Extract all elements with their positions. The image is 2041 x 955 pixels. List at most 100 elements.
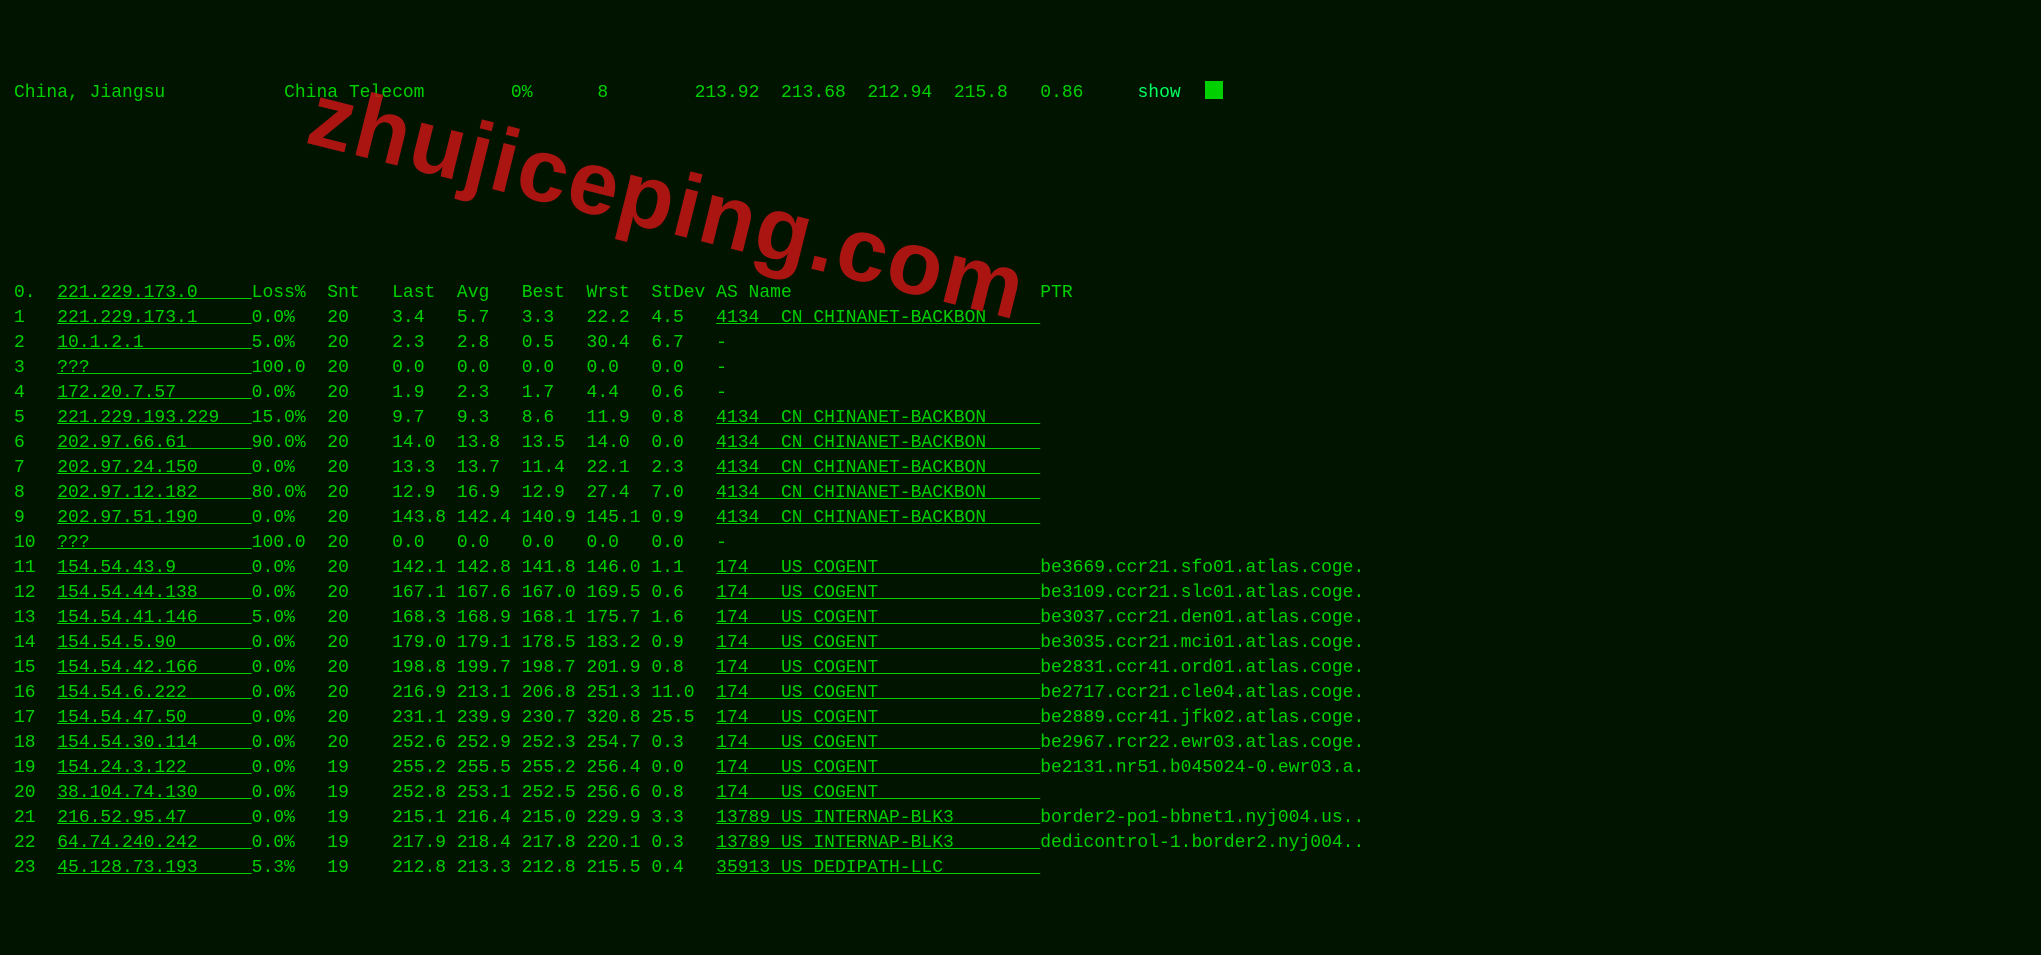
cell-host[interactable]: 154.54.30.114 (57, 731, 251, 756)
cell-ptr: be2831.ccr41.ord01.atlas.coge. (1040, 656, 1364, 681)
cell-as: - (716, 356, 1040, 381)
cell-ptr: be3109.ccr21.slc01.atlas.coge. (1040, 581, 1364, 606)
cell-host[interactable]: ??? (57, 531, 251, 556)
cell-hopnum: 17 (14, 706, 57, 731)
cell-hopnum: 19 (14, 756, 57, 781)
cell-as[interactable]: 4134 CN CHINANET-BACKBON (716, 456, 1040, 481)
cell-host[interactable]: 202.97.12.182 (57, 481, 251, 506)
cell-as[interactable]: 35913 US DEDIPATH-LLC (716, 856, 1040, 881)
cell-as[interactable]: 174 US COGENT (716, 731, 1040, 756)
cell-as[interactable]: 174 US COGENT (716, 756, 1040, 781)
cell-host[interactable]: 154.54.42.166 (57, 656, 251, 681)
cell-host[interactable]: 10.1.2.1 (57, 331, 251, 356)
cell-best: 178.5 (522, 631, 587, 656)
col-host: 221.229.173.0 (57, 281, 251, 306)
cell-as[interactable]: 174 US COGENT (716, 781, 1040, 806)
cell-host[interactable]: ??? (57, 356, 251, 381)
cell-avg: 213.3 (457, 856, 522, 881)
cell-host[interactable]: 64.74.240.242 (57, 831, 251, 856)
cell-best: 168.1 (522, 606, 587, 631)
cell-loss: 0.0% (252, 706, 328, 731)
cell-hopnum: 8 (14, 481, 57, 506)
cell-stdev: 0.4 (651, 856, 716, 881)
sum-loss: 0% (511, 81, 533, 106)
show-link[interactable]: show (1138, 81, 1181, 106)
cell-host[interactable]: 202.97.51.190 (57, 506, 251, 531)
cell-host[interactable]: 202.97.24.150 (57, 456, 251, 481)
cell-as[interactable]: 4134 CN CHINANET-BACKBON (716, 506, 1040, 531)
cell-stdev: 1.1 (651, 556, 716, 581)
cell-as[interactable]: 174 US COGENT (716, 656, 1040, 681)
cell-host[interactable]: 154.54.43.9 (57, 556, 251, 581)
cell-as[interactable]: 13789 US INTERNAP-BLK3 (716, 806, 1040, 831)
cell-host[interactable]: 154.24.3.122 (57, 756, 251, 781)
cell-host[interactable]: 221.229.173.1 (57, 306, 251, 331)
cell-stdev: 1.6 (651, 606, 716, 631)
cell-as[interactable]: 4134 CN CHINANET-BACKBON (716, 406, 1040, 431)
gap1 (165, 81, 284, 106)
gap7 (932, 81, 954, 106)
cell-host[interactable]: 154.54.47.50 (57, 706, 251, 731)
cell-last: 252.6 (392, 731, 457, 756)
cell-stdev: 6.7 (651, 331, 716, 356)
cell-ptr: be2717.ccr21.cle04.atlas.coge. (1040, 681, 1364, 706)
cell-best: 140.9 (522, 506, 587, 531)
cell-avg: 142.4 (457, 506, 522, 531)
cell-host[interactable]: 38.104.74.130 (57, 781, 251, 806)
cell-host[interactable]: 216.52.95.47 (57, 806, 251, 831)
table-row: 1 221.229.173.1 0.0% 20 3.4 5.7 3.3 22.2… (14, 306, 2027, 331)
col-ptr: PTR (1040, 281, 1072, 306)
cell-avg: 218.4 (457, 831, 522, 856)
cell-loss: 0.0% (252, 781, 328, 806)
gap5 (759, 81, 781, 106)
cell-stdev: 0.8 (651, 406, 716, 431)
cell-as[interactable]: 174 US COGENT (716, 556, 1040, 581)
cell-best: 0.0 (522, 531, 587, 556)
cell-last: 12.9 (392, 481, 457, 506)
cell-as[interactable]: 4134 CN CHINANET-BACKBON (716, 306, 1040, 331)
cell-loss: 15.0% (252, 406, 328, 431)
cell-host[interactable]: 154.54.5.90 (57, 631, 251, 656)
cell-loss: 5.0% (252, 606, 328, 631)
cell-last: 142.1 (392, 556, 457, 581)
cell-host[interactable]: 154.54.6.222 (57, 681, 251, 706)
cell-as[interactable]: 13789 US INTERNAP-BLK3 (716, 831, 1040, 856)
summary-row: China, Jiangsu China Telecom 0% 8 213.92… (14, 81, 2027, 106)
cell-ptr: dedicontrol-1.border2.nyj004.. (1040, 831, 1364, 856)
cell-host[interactable]: 154.54.44.138 (57, 581, 251, 606)
cell-avg: 255.5 (457, 756, 522, 781)
cell-host[interactable]: 45.128.73.193 (57, 856, 251, 881)
cell-as[interactable]: 174 US COGENT (716, 681, 1040, 706)
cell-as[interactable]: 174 US COGENT (716, 606, 1040, 631)
cell-stdev: 11.0 (651, 681, 716, 706)
cell-best: 217.8 (522, 831, 587, 856)
cell-best: 212.8 (522, 856, 587, 881)
cell-host[interactable]: 221.229.193.229 (57, 406, 251, 431)
cell-last: 198.8 (392, 656, 457, 681)
col-best: Best (522, 281, 587, 306)
cell-host[interactable]: 172.20.7.57 (57, 381, 251, 406)
table-row: 6 202.97.66.61 90.0% 20 14.0 13.8 13.5 1… (14, 431, 2027, 456)
cell-host[interactable]: 154.54.41.146 (57, 606, 251, 631)
cell-host[interactable]: 202.97.66.61 (57, 431, 251, 456)
cell-wrst: 229.9 (587, 806, 652, 831)
cell-wrst: 22.1 (587, 456, 652, 481)
cell-as[interactable]: 174 US COGENT (716, 631, 1040, 656)
cell-wrst: 256.6 (587, 781, 652, 806)
cell-wrst: 145.1 (587, 506, 652, 531)
cell-loss: 0.0% (252, 306, 328, 331)
location: China, Jiangsu (14, 81, 165, 106)
cell-hopnum: 2 (14, 331, 57, 356)
cell-wrst: 169.5 (587, 581, 652, 606)
cell-stdev: 0.0 (651, 756, 716, 781)
cell-avg: 16.9 (457, 481, 522, 506)
cell-wrst: 320.8 (587, 706, 652, 731)
cell-loss: 0.0% (252, 556, 328, 581)
cell-as[interactable]: 174 US COGENT (716, 706, 1040, 731)
cell-as[interactable]: 4134 CN CHINANET-BACKBON (716, 481, 1040, 506)
cell-wrst: 0.0 (587, 531, 652, 556)
cell-avg: 5.7 (457, 306, 522, 331)
cell-as[interactable]: 174 US COGENT (716, 581, 1040, 606)
cell-as[interactable]: 4134 CN CHINANET-BACKBON (716, 431, 1040, 456)
cell-last: 179.0 (392, 631, 457, 656)
